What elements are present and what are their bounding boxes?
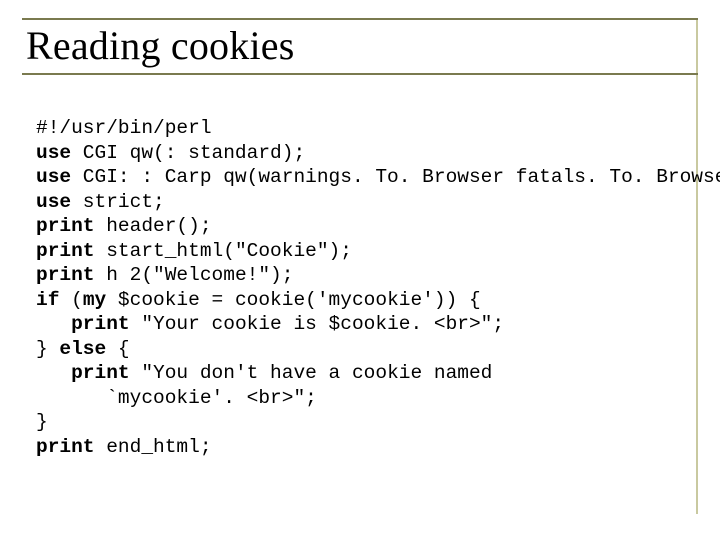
kw-print: print: [36, 215, 95, 237]
kw-print: print: [36, 264, 95, 286]
kw-print: print: [36, 240, 95, 262]
kw-use: use: [36, 166, 71, 188]
kw-if: if: [36, 289, 59, 311]
right-rule: [696, 18, 698, 514]
slide: Reading cookies #!/usr/bin/perl use CGI …: [0, 0, 720, 540]
kw-print: print: [36, 436, 95, 458]
kw-print: print: [71, 313, 130, 335]
slide-title: Reading cookies: [26, 22, 696, 69]
kw-else: else: [59, 338, 106, 360]
code-text: end_html;: [95, 436, 212, 458]
rule-top: [22, 18, 698, 20]
kw-print: print: [71, 362, 130, 384]
code-text: strict;: [71, 191, 165, 213]
code-text: }: [36, 411, 48, 433]
kw-my: my: [83, 289, 106, 311]
indent: [36, 313, 71, 335]
code-text: `mycookie'. <br>";: [36, 387, 317, 409]
code-text: start_html("Cookie");: [95, 240, 352, 262]
code-text: CGI: : Carp qw(warnings. To. Browser fat…: [71, 166, 720, 188]
title-block: Reading cookies: [24, 18, 696, 75]
code-line: #!/usr/bin/perl: [36, 117, 212, 139]
indent: [36, 362, 71, 384]
code-text: "You don't have a cookie named: [130, 362, 493, 384]
code-text: header();: [95, 215, 212, 237]
code-text: "Your cookie is $cookie. <br>";: [130, 313, 504, 335]
rule-bottom: [22, 73, 698, 75]
code-text: $cookie = cookie('mycookie')) {: [106, 289, 480, 311]
code-text: h 2("Welcome!");: [95, 264, 294, 286]
kw-use: use: [36, 191, 71, 213]
code-text: {: [106, 338, 129, 360]
code-block: #!/usr/bin/perl use CGI qw(: standard); …: [36, 116, 680, 459]
code-text: (: [59, 289, 82, 311]
kw-use: use: [36, 142, 71, 164]
code-text: }: [36, 338, 59, 360]
code-text: CGI qw(: standard);: [71, 142, 305, 164]
